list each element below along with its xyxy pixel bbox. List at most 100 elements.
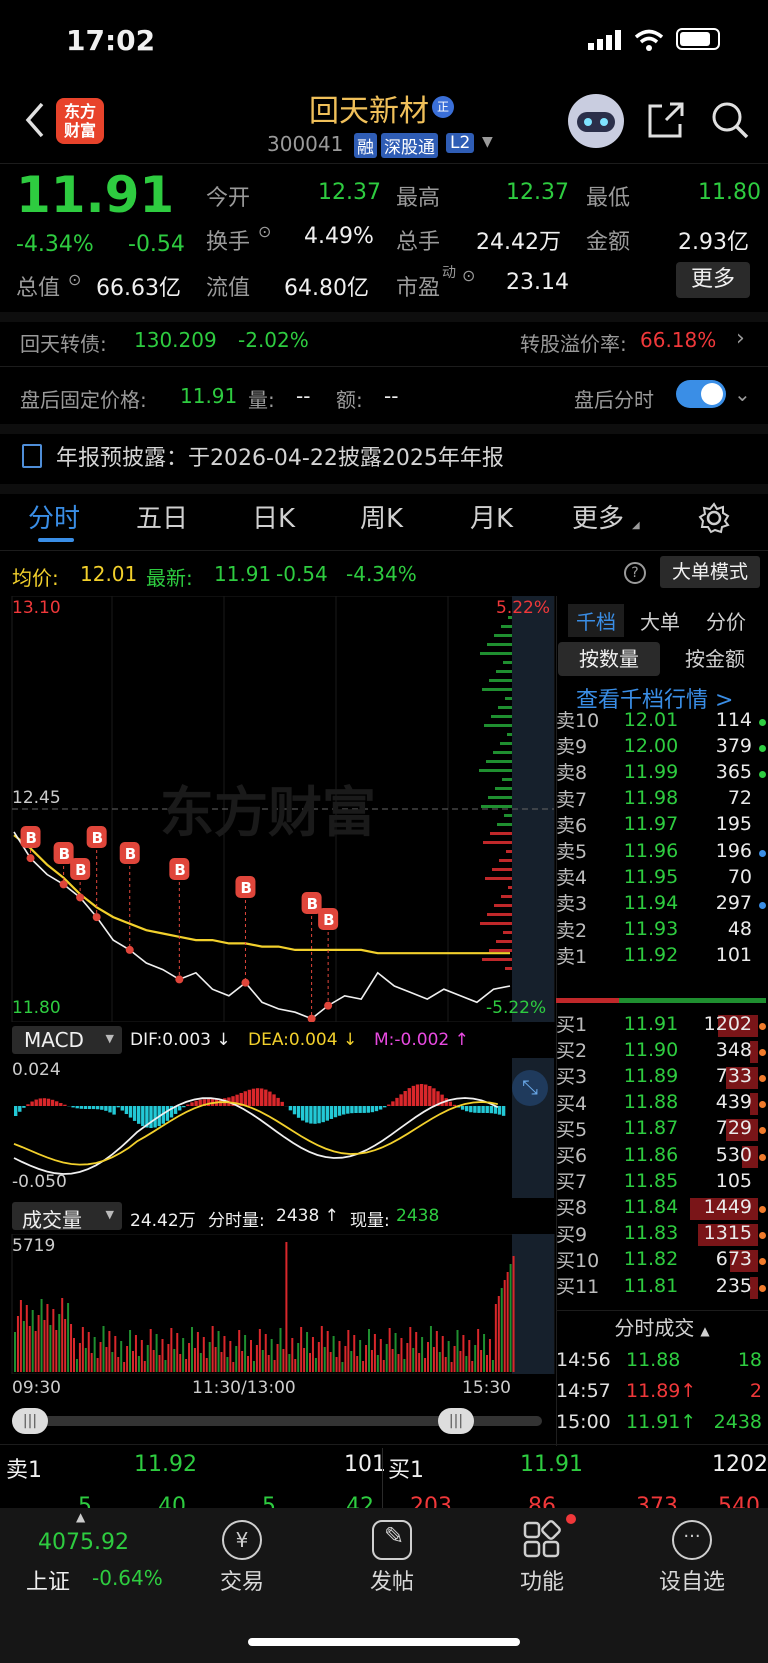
more-button[interactable]: 更多 [676, 262, 750, 298]
low-value: 11.80 [698, 180, 761, 205]
volume-bar [205, 1358, 208, 1372]
back-button[interactable] [22, 100, 46, 144]
expand-icon[interactable]: ⤡ [512, 1070, 548, 1106]
tab-intraday[interactable]: 分时 [28, 498, 80, 535]
bid-row[interactable]: 买7 11.85 105 [556, 1167, 768, 1194]
depth-price: 11.91 [623, 1012, 679, 1035]
index-name[interactable]: 上证 [26, 1564, 70, 1596]
index-change[interactable]: -0.64% [92, 1566, 163, 1590]
macd-bar [149, 1106, 153, 1128]
watchlist-icon[interactable]: ··· [672, 1520, 712, 1560]
depth-volume-text: 530 [715, 1143, 752, 1166]
depth-bar [500, 742, 512, 745]
robot-avatar[interactable] [568, 94, 624, 148]
tab-weekly-k[interactable]: 周K [360, 498, 403, 535]
side-tab-price[interactable]: 分价 [706, 606, 746, 635]
bid-row[interactable]: 买9 11.83 1315 [556, 1220, 768, 1247]
depth-bar [489, 949, 512, 952]
range-handle-right[interactable]: ||| [438, 1408, 474, 1434]
range-handle-left[interactable]: ||| [12, 1408, 48, 1434]
time-end: 15:30 [462, 1378, 511, 1398]
tab-daily-k[interactable]: 日K [252, 498, 295, 535]
volume-selector[interactable]: 成交量 ▼ [12, 1202, 122, 1232]
index-value[interactable]: 4075.92 [38, 1530, 129, 1555]
trade-icon[interactable]: ¥ [222, 1520, 262, 1560]
ask-row[interactable]: 卖2 11.93 48 [556, 916, 768, 943]
function-icon[interactable] [522, 1520, 562, 1560]
macd-bar [79, 1106, 83, 1109]
depth-bar [497, 823, 512, 826]
macd-bar [75, 1106, 79, 1109]
nav-add-watchlist[interactable]: 设自选 [632, 1564, 752, 1596]
depth-volume: 235 [690, 1275, 768, 1299]
after-hours-toggle[interactable] [676, 380, 726, 408]
chevron-down-icon[interactable]: ⌄ [734, 382, 751, 406]
depth-volume: 729 [690, 1117, 768, 1142]
help-icon[interactable]: ? [624, 562, 646, 584]
ask-row[interactable]: 卖10 12.01 114 [556, 706, 768, 733]
macd-bar [178, 1106, 182, 1111]
bid-row[interactable]: 买8 11.84 1449 [556, 1193, 768, 1220]
volume-bar [208, 1342, 211, 1372]
notice-text[interactable]: 年报预披露：于2026-04-22披露2025年年报 [56, 440, 504, 472]
share-icon[interactable] [646, 100, 686, 144]
macd-bar [346, 1106, 350, 1114]
depth-volume-text: 195 [715, 813, 752, 836]
volume-bar [93, 1337, 96, 1372]
ticks-header[interactable]: 分时成交 ▲ [556, 1312, 768, 1341]
macd-bar [280, 1101, 284, 1106]
volume-max: 5719 [12, 1236, 56, 1256]
big-order-mode-button[interactable]: 大单模式 [660, 556, 760, 588]
bid-row[interactable]: 买11 11.81 235 [556, 1272, 768, 1299]
ask-row[interactable]: 卖4 11.95 70 [556, 863, 768, 890]
depth-label: 卖5 [556, 841, 588, 863]
tab-five-day[interactable]: 五日 [136, 498, 188, 535]
ask-row[interactable]: 卖6 11.97 195 [556, 811, 768, 838]
ask-row[interactable]: 卖8 11.99 365 [556, 758, 768, 785]
bid-row[interactable]: 买3 11.89 733 [556, 1062, 768, 1089]
volume-bar [453, 1346, 456, 1372]
volume-bar [483, 1334, 486, 1372]
ask-row[interactable]: 卖9 12.00 379 [556, 732, 768, 759]
chevron-right-icon[interactable]: › [736, 326, 745, 351]
tab-more[interactable]: 更多 [572, 498, 624, 535]
search-icon[interactable] [710, 100, 750, 144]
side-toggle-qty[interactable]: 按数量 [558, 642, 660, 676]
axis-mid-price: 12.45 [12, 788, 61, 808]
nav-function[interactable]: 功能 [482, 1564, 602, 1596]
tab-monthly-k[interactable]: 月K [470, 498, 513, 535]
price-chart[interactable]: 东方财富 BBBBBBBBB 13.10 12.45 11.80 5.22% -… [0, 596, 556, 1022]
gear-icon[interactable] [698, 502, 730, 538]
bottom-buy-label: 买1 [388, 1458, 424, 1483]
depth-volume-text: 365 [715, 760, 752, 783]
volume-bar [34, 1331, 37, 1372]
nav-post[interactable]: 发帖 [332, 1564, 452, 1596]
volume-bar [391, 1349, 394, 1372]
ask-row[interactable]: 卖3 11.94 297 [556, 889, 768, 916]
macd-selector[interactable]: MACD ▼ [12, 1026, 122, 1054]
latest-value: 11.91 [214, 562, 272, 586]
volume-bar [456, 1330, 459, 1372]
chevron-down-icon[interactable]: ▼ [482, 134, 493, 150]
bid-row[interactable]: 买10 11.82 673 [556, 1246, 768, 1273]
stock-name: 回天新材 [309, 94, 429, 129]
nav-trade[interactable]: 交易 [182, 1564, 302, 1596]
macd-bar [104, 1106, 108, 1111]
depth-volume: 1315 [690, 1222, 768, 1247]
volume-bar [84, 1348, 87, 1372]
ask-row[interactable]: 卖7 11.98 72 [556, 785, 768, 812]
bid-row[interactable]: 买2 11.90 348 [556, 1036, 768, 1063]
caret-icon: ◢ [632, 520, 640, 531]
bid-row[interactable]: 买1 11.91 1202 [556, 1010, 768, 1037]
bond-change: -2.02% [238, 328, 309, 352]
ask-row[interactable]: 卖1 11.92 101 [556, 942, 768, 969]
bid-row[interactable]: 买5 11.87 729 [556, 1115, 768, 1142]
bid-row[interactable]: 买4 11.88 439 [556, 1089, 768, 1116]
side-tab-thousand[interactable]: 千档 [568, 604, 624, 637]
ask-row[interactable]: 卖5 11.96 196 [556, 837, 768, 864]
volume-bar [300, 1327, 303, 1372]
bid-row[interactable]: 买6 11.86 530 [556, 1141, 768, 1168]
side-toggle-amt[interactable]: 按金额 [664, 642, 766, 676]
bond-label[interactable]: 回天转债: [20, 328, 107, 357]
side-tab-big-order[interactable]: 大单 [640, 606, 680, 635]
